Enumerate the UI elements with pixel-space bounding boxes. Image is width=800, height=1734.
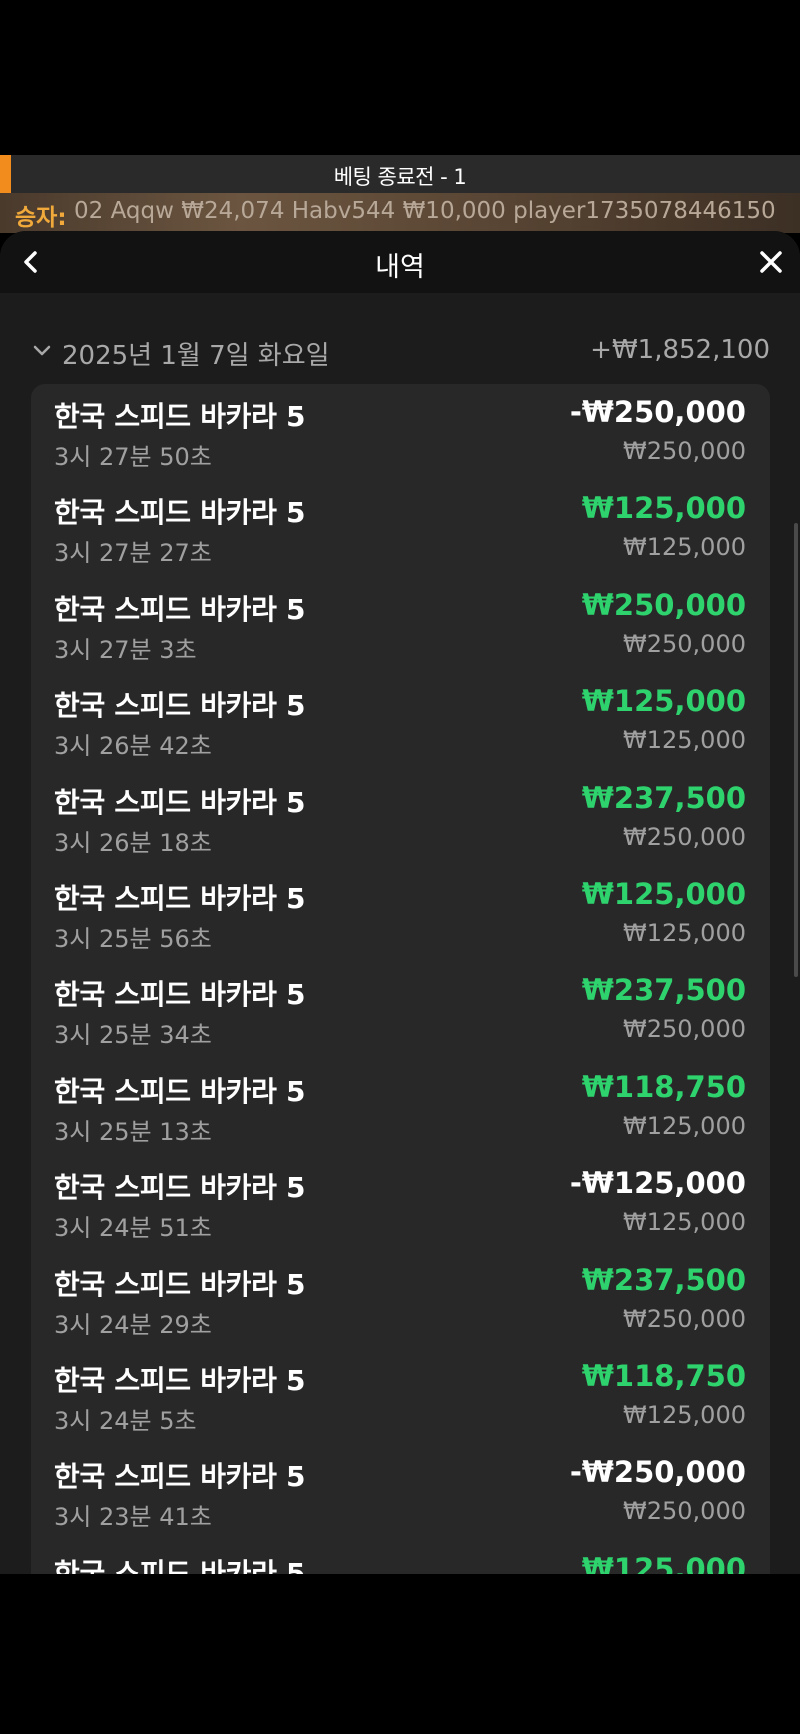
bet-time: 3시 27분 50초 [54, 443, 212, 471]
game-name: 한국 스피드 바카라 5 [54, 881, 306, 915]
result-amount: ₩237,500 [581, 1262, 746, 1297]
result-amount: ₩125,000 [581, 1551, 746, 1574]
history-row[interactable]: 한국 스피드 바카라 5 3시 27분 50초 -₩250,000 ₩250,000 [31, 384, 770, 480]
game-name: 한국 스피드 바카라 5 [54, 1556, 306, 1574]
stake-amount: ₩125,000 [623, 1111, 746, 1140]
winners-ticker: 승자: 02 Aqqw ₩24,074 Habv544 ₩10,000 play… [0, 193, 800, 233]
result-amount: ₩125,000 [581, 876, 746, 911]
game-name: 한국 스피드 바카라 5 [54, 689, 306, 723]
history-row[interactable]: 한국 스피드 바카라 5 3시 24분 51초 -₩125,000 ₩125,000 [31, 1155, 770, 1251]
game-name: 한국 스피드 바카라 5 [54, 1460, 306, 1494]
winners-list-text: 02 Aqqw ₩24,074 Habv544 ₩10,000 player17… [74, 198, 776, 224]
bet-time: 3시 24분 51초 [54, 1214, 212, 1243]
bet-time: 3시 24분 5초 [54, 1406, 197, 1435]
panel-header: 내역 [0, 231, 800, 293]
result-amount: ₩125,000 [581, 684, 746, 719]
result-amount: ₩250,000 [581, 587, 746, 622]
winners-label: 승자: [15, 205, 67, 231]
history-row[interactable]: 한국 스피드 바카라 5 3시 26분 42초 ₩125,000 ₩125,000 [31, 673, 770, 769]
history-row[interactable]: 한국 스피드 바카라 5 3시 25분 13초 ₩118,750 ₩125,000 [31, 1059, 770, 1155]
history-row[interactable]: 한국 스피드 바카라 5 3시 23분 41초 -₩250,000 ₩250,000 [31, 1444, 770, 1540]
history-row[interactable]: 한국 스피드 바카라 5 3시 27분 27초 ₩125,000 ₩125,000 [31, 480, 770, 576]
game-name: 한국 스피드 바카라 5 [54, 592, 306, 626]
history-row[interactable]: 한국 스피드 바카라 5 ₩125,000 [31, 1541, 770, 1574]
history-list: 한국 스피드 바카라 5 3시 27분 50초 -₩250,000 ₩250,000 한… [31, 384, 770, 1574]
history-row[interactable]: 한국 스피드 바카라 5 3시 25분 34초 ₩237,500 ₩250,000 [31, 962, 770, 1058]
close-icon [760, 251, 782, 273]
bet-time: 3시 27분 27초 [54, 539, 212, 568]
result-amount: ₩125,000 [581, 491, 746, 526]
game-name: 한국 스피드 바카라 5 [54, 1267, 306, 1301]
stake-amount: ₩250,000 [623, 629, 746, 658]
date-group-header[interactable]: 2025년 1월 7일 화요일 +₩1,852,100 [32, 335, 770, 371]
history-row[interactable]: 한국 스피드 바카라 5 3시 27분 3초 ₩250,000 ₩250,000 [31, 577, 770, 673]
bet-time: 3시 25분 56초 [54, 924, 212, 953]
close-button[interactable] [754, 245, 788, 279]
result-amount: ₩237,500 [581, 780, 746, 815]
history-row[interactable]: 한국 스피드 바카라 5 3시 24분 5초 ₩118,750 ₩125,000 [31, 1348, 770, 1444]
history-row[interactable]: 한국 스피드 바카라 5 3시 24분 29초 ₩237,500 ₩250,000 [31, 1252, 770, 1348]
chevron-down-icon [33, 345, 51, 356]
history-panel: 내역 2025년 1월 7일 화요일 +₩1,852,100 한국 스피드 바카… [0, 231, 800, 1574]
group-date: 2025년 1월 7일 화요일 [62, 341, 330, 371]
group-total: +₩1,852,100 [590, 335, 770, 365]
panel-title: 내역 [375, 252, 425, 283]
game-name: 한국 스피드 바카라 5 [54, 978, 306, 1012]
round-status-banner: 베팅 종료전 - 1 [0, 155, 800, 193]
stake-amount: ₩125,000 [623, 1208, 746, 1237]
stake-amount: ₩125,000 [623, 1400, 746, 1429]
game-name: 한국 스피드 바카라 5 [54, 785, 306, 819]
result-amount: -₩250,000 [569, 1455, 746, 1490]
stake-amount: ₩250,000 [623, 437, 746, 465]
result-amount: ₩118,750 [581, 1069, 746, 1104]
game-name: 한국 스피드 바카라 5 [54, 496, 306, 530]
stake-amount: ₩250,000 [623, 1015, 746, 1044]
stake-amount: ₩250,000 [623, 822, 746, 851]
game-name: 한국 스피드 바카라 5 [54, 1363, 306, 1397]
game-name: 한국 스피드 바카라 5 [54, 400, 306, 433]
scrollbar[interactable] [794, 523, 798, 977]
stake-amount: ₩125,000 [623, 533, 746, 562]
bet-time: 3시 25분 13초 [54, 1117, 212, 1146]
bet-time: 3시 24분 29초 [54, 1310, 212, 1339]
stake-amount: ₩125,000 [623, 726, 746, 755]
result-amount: -₩125,000 [569, 1166, 746, 1201]
bet-time: 3시 25분 34초 [54, 1021, 212, 1050]
game-name: 한국 스피드 바카라 5 [54, 1171, 306, 1205]
bet-time: 3시 26분 18초 [54, 828, 212, 857]
bet-time: 3시 27분 3초 [54, 635, 197, 664]
stake-amount: ₩125,000 [623, 918, 746, 947]
game-name: 한국 스피드 바카라 5 [54, 1074, 306, 1108]
round-status-text: 베팅 종료전 - 1 [333, 165, 467, 189]
bet-time: 3시 26분 42초 [54, 732, 212, 761]
stake-amount: ₩250,000 [623, 1497, 746, 1526]
bet-time: 3시 23분 41초 [54, 1503, 212, 1532]
history-row[interactable]: 한국 스피드 바카라 5 3시 26분 18초 ₩237,500 ₩250,000 [31, 770, 770, 866]
result-amount: ₩118,750 [581, 1358, 746, 1393]
stake-amount: ₩250,000 [623, 1304, 746, 1333]
result-amount: ₩237,500 [581, 973, 746, 1008]
history-row[interactable]: 한국 스피드 바카라 5 3시 25분 56초 ₩125,000 ₩125,000 [31, 866, 770, 962]
result-amount: -₩250,000 [569, 395, 746, 429]
